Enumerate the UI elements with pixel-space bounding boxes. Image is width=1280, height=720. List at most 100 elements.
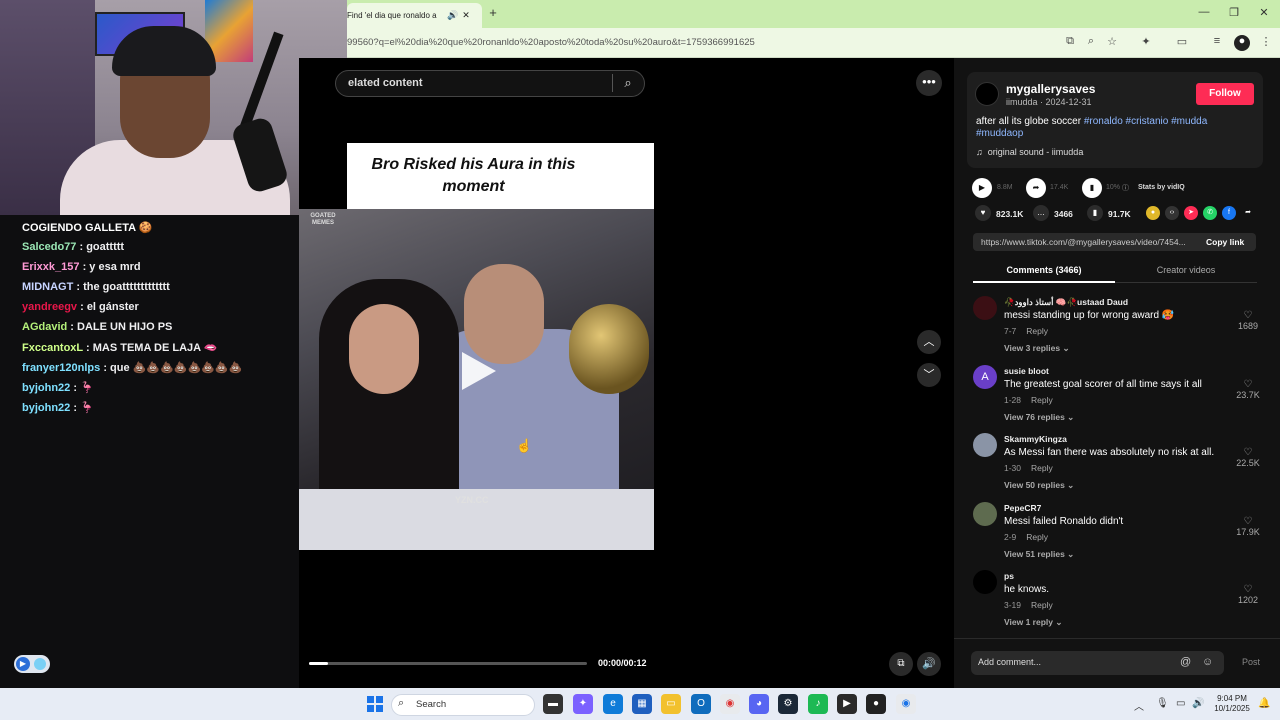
whatsapp-icon[interactable]: ✆ bbox=[1203, 206, 1217, 220]
hashtag[interactable]: #cristanio bbox=[1126, 116, 1169, 127]
more-options-button[interactable]: ••• bbox=[916, 70, 942, 96]
view-replies-button[interactable]: View 1 reply ⌄ bbox=[1004, 617, 1062, 628]
progress-track[interactable] bbox=[309, 662, 587, 665]
steam-icon[interactable]: ⚙ bbox=[778, 694, 798, 714]
notification-icon[interactable]: 🔔 bbox=[1258, 698, 1270, 709]
media-icon[interactable]: ≡ bbox=[1209, 35, 1225, 51]
clock[interactable]: 9:04 PM 10/1/2025 bbox=[1212, 694, 1252, 714]
sound-link[interactable]: ♫ original sound - iimudda bbox=[976, 147, 1083, 157]
view-replies-button[interactable]: View 76 replies ⌄ bbox=[1004, 412, 1074, 423]
taskbar-search[interactable] bbox=[391, 694, 535, 716]
heart-icon[interactable]: ♡ bbox=[1236, 584, 1260, 595]
tab-creator-videos[interactable]: Creator videos bbox=[1115, 260, 1257, 283]
previous-video-button[interactable]: ︿ bbox=[917, 330, 941, 354]
obs-icon[interactable]: ● bbox=[866, 694, 886, 714]
comment-like[interactable]: ♡ 23.7K bbox=[1236, 379, 1260, 400]
comment-author[interactable]: SkammyKingza bbox=[1004, 434, 1067, 444]
avatar[interactable] bbox=[973, 501, 997, 526]
terminal-icon[interactable]: ▶ bbox=[837, 694, 857, 714]
view-replies-button[interactable]: View 51 replies ⌄ bbox=[1004, 549, 1074, 560]
extensions-icon[interactable]: ✦ bbox=[1138, 35, 1154, 51]
facebook-icon[interactable]: f bbox=[1222, 206, 1236, 220]
tab-comments[interactable]: Comments (3466) bbox=[973, 260, 1115, 283]
comment-like[interactable]: ♡ 1202 bbox=[1236, 584, 1260, 605]
mention-icon[interactable]: @ bbox=[1180, 656, 1191, 668]
profile-icon[interactable]: ● bbox=[1234, 35, 1250, 51]
heart-icon[interactable]: ♡ bbox=[1236, 516, 1260, 527]
hashtag[interactable]: #muddaop bbox=[976, 128, 1023, 139]
volume-icon[interactable]: 🔊 bbox=[917, 652, 941, 676]
avatar[interactable] bbox=[975, 82, 999, 106]
zoom-icon[interactable]: ⌕ bbox=[1083, 35, 1099, 51]
chat-username[interactable]: FxccantoxL bbox=[22, 342, 83, 354]
cast-icon[interactable]: ▭ bbox=[1174, 35, 1190, 51]
bookmark-star-icon[interactable]: ☆ bbox=[1104, 35, 1120, 51]
avatar[interactable] bbox=[973, 570, 997, 594]
pip-icon[interactable]: ⧉ bbox=[889, 652, 913, 676]
view-replies-button[interactable]: View 50 replies ⌄ bbox=[1004, 480, 1074, 491]
windows-start-icon[interactable] bbox=[367, 696, 383, 712]
avatar[interactable]: A bbox=[973, 364, 997, 389]
comment-like[interactable]: ♡ 22.5K bbox=[1236, 447, 1260, 468]
next-video-button[interactable]: ﹀ bbox=[917, 363, 941, 387]
install-icon[interactable]: ⧉ bbox=[1062, 35, 1078, 51]
chat-username[interactable]: AGdavid bbox=[22, 321, 67, 333]
copy-link-button[interactable]: Copy link bbox=[1206, 237, 1244, 247]
comment-like[interactable]: ♡ 17.9K bbox=[1236, 516, 1260, 537]
follow-button[interactable]: Follow bbox=[1196, 83, 1254, 105]
speaker-icon[interactable]: 🔊 bbox=[447, 10, 458, 21]
info-icon[interactable]: ⓘ bbox=[1122, 183, 1129, 193]
chat-username[interactable]: Erixxk_157 bbox=[22, 261, 80, 273]
chat-username[interactable]: yandreegv bbox=[22, 301, 77, 313]
comment-like[interactable]: ♡ 1689 bbox=[1236, 310, 1260, 331]
embed-icon[interactable]: ‹› bbox=[1165, 206, 1179, 220]
chat-username[interactable]: franyer120nlps bbox=[22, 362, 100, 374]
chrome-profile-icon[interactable]: ◉ bbox=[896, 694, 916, 714]
window-close-icon[interactable]: ✕ bbox=[1256, 6, 1272, 19]
reply-button[interactable]: Reply bbox=[1031, 463, 1053, 473]
hashtag[interactable]: #mudda bbox=[1171, 116, 1207, 127]
play-icon[interactable] bbox=[462, 352, 496, 390]
network-icon[interactable]: ▭ bbox=[1176, 698, 1185, 709]
speaker-tray-icon[interactable]: 🔊 bbox=[1192, 698, 1204, 709]
comment-author[interactable]: ps bbox=[1004, 571, 1014, 581]
new-tab-icon[interactable]: + bbox=[486, 5, 500, 21]
comment-icon[interactable]: … bbox=[1033, 205, 1049, 221]
microphone-icon[interactable]: 🎙 bbox=[1156, 698, 1169, 709]
reply-button[interactable]: Reply bbox=[1026, 532, 1048, 542]
send-icon[interactable]: ➤ bbox=[1184, 206, 1198, 220]
reply-button[interactable]: Reply bbox=[1026, 326, 1048, 336]
chat-username[interactable]: Salcedo77 bbox=[22, 241, 76, 253]
heart-icon[interactable]: ♡ bbox=[1236, 447, 1260, 458]
emoji-icon[interactable]: ☺ bbox=[1202, 656, 1213, 668]
coin-icon[interactable]: ● bbox=[1146, 206, 1160, 220]
username[interactable]: mygallerysaves bbox=[1006, 82, 1095, 96]
chat-username[interactable]: COGIENDO GALLETA 🍪 bbox=[22, 222, 152, 234]
video-link[interactable]: https://www.tiktok.com/@mygallerysaves/v… bbox=[981, 237, 1196, 247]
minimize-icon[interactable]: — bbox=[1196, 6, 1212, 18]
avatar[interactable] bbox=[973, 296, 997, 320]
edge-icon[interactable]: e bbox=[603, 694, 623, 714]
hashtag[interactable]: #ronaldo bbox=[1084, 116, 1123, 127]
share-more-icon[interactable]: ➦ bbox=[1241, 206, 1255, 220]
browser-tab[interactable]: Find 'el dia que ronaldo a 🔊 ✕ bbox=[347, 3, 482, 28]
copilot-icon[interactable]: ✦ bbox=[573, 694, 593, 714]
post-button[interactable]: Post bbox=[1242, 657, 1260, 667]
tray-chevron-icon[interactable]: ︿ bbox=[1134, 698, 1144, 713]
search-icon[interactable]: ⌕ bbox=[620, 75, 636, 91]
close-icon[interactable]: ✕ bbox=[462, 10, 470, 21]
task-view-icon[interactable]: ▬ bbox=[543, 694, 563, 714]
reply-button[interactable]: Reply bbox=[1031, 395, 1053, 405]
chat-username[interactable]: byjohn22 bbox=[22, 402, 70, 414]
heart-icon[interactable]: ♡ bbox=[1236, 379, 1260, 390]
view-replies-button[interactable]: View 3 replies ⌄ bbox=[1004, 343, 1070, 354]
menu-icon[interactable]: ⋮ bbox=[1258, 35, 1274, 51]
chat-username[interactable]: byjohn22 bbox=[22, 382, 70, 394]
spotify-icon[interactable]: ♪ bbox=[808, 694, 828, 714]
heart-icon[interactable]: ♥ bbox=[975, 205, 991, 221]
comment-author[interactable]: susie bloot bbox=[1004, 366, 1049, 376]
file-explorer-icon[interactable]: ▭ bbox=[661, 694, 681, 714]
discord-icon[interactable]: ◕ bbox=[749, 694, 769, 714]
outlook-icon[interactable]: O bbox=[691, 694, 711, 714]
reply-button[interactable]: Reply bbox=[1031, 600, 1053, 610]
